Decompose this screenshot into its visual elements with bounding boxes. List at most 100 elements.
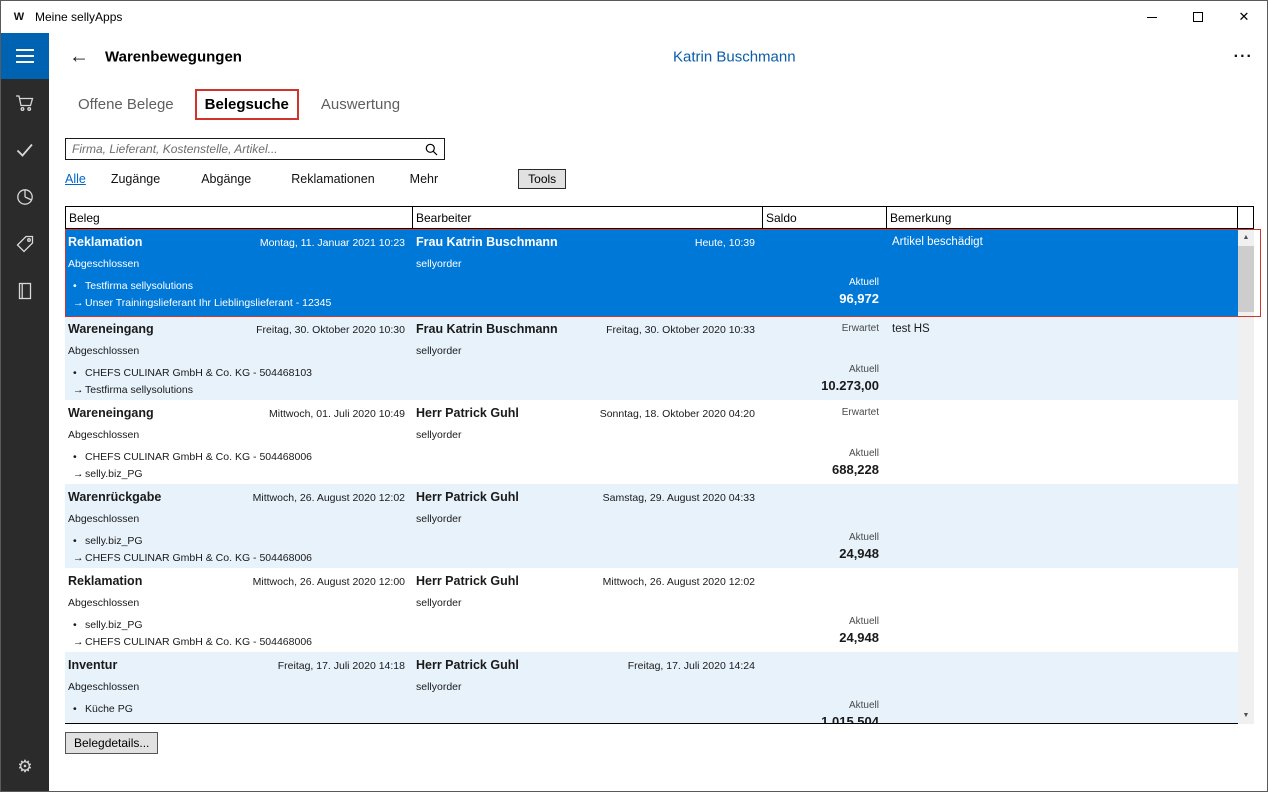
table-row[interactable]: Warenrückgabe Mittwoch, 26. August 2020 …	[65, 484, 1238, 568]
cart-icon	[15, 93, 35, 113]
hamburger-menu-button[interactable]	[1, 33, 49, 79]
tools-button[interactable]: Tools	[518, 169, 566, 189]
beleg-cell: Wareneingang Freitag, 30. Oktober 2020 1…	[65, 316, 413, 400]
beleg-type: Wareneingang	[68, 406, 154, 420]
beleg-source: selly.biz_PG	[85, 535, 143, 547]
beleg-type: Reklamation	[68, 574, 142, 588]
bullet-icon: •	[73, 280, 85, 292]
sidebar-item-reports[interactable]	[1, 173, 49, 220]
tab-offene-belege[interactable]: Offene Belege	[78, 91, 174, 118]
column-header-beleg[interactable]: Beleg	[66, 207, 413, 228]
bearbeiter-cell: Herr Patrick Guhl Freitag, 17. Juli 2020…	[413, 652, 763, 724]
saldo-aktuell-label: Aktuell	[849, 616, 879, 627]
sidebar-item-movements[interactable]	[1, 126, 49, 173]
bearbeiter-date: Freitag, 17. Juli 2020 14:24	[628, 660, 755, 672]
beleg-cell: Reklamation Montag, 11. Januar 2021 10:2…	[65, 229, 413, 316]
saldo-cell: Aktuell 24,948	[763, 568, 887, 652]
filter-bar: Alle Zugänge Abgänge Reklamationen Mehr …	[65, 169, 566, 189]
app-window: W Meine sellyApps ✕	[0, 0, 1268, 792]
bearbeiter-name: Herr Patrick Guhl	[416, 490, 519, 504]
bullet-icon: •	[73, 451, 85, 463]
tab-auswertung[interactable]: Auswertung	[321, 91, 400, 118]
bemerkung-cell	[887, 400, 1238, 484]
back-button[interactable]: ←	[69, 46, 89, 69]
bemerkung-cell: test HS	[887, 316, 1238, 400]
settings-button[interactable]: ⚙	[1, 743, 49, 791]
beleg-source: CHEFS CULINAR GmbH & Co. KG - 504468103	[85, 367, 312, 379]
tab-bar: Offene Belege Belegsuche Auswertung	[78, 89, 421, 120]
arrow-right-icon: →	[73, 384, 85, 396]
table-row[interactable]: Wareneingang Mittwoch, 01. Juli 2020 10:…	[65, 400, 1238, 484]
vertical-scrollbar[interactable]: ▲ ▼	[1238, 229, 1254, 724]
bearbeiter-name: Herr Patrick Guhl	[416, 658, 519, 672]
saldo-value: 24,948	[839, 546, 879, 561]
app-logo-icon: W	[11, 9, 27, 25]
sidebar: ⚙	[1, 33, 49, 791]
beleg-target: CHEFS CULINAR GmbH & Co. KG - 504468006	[85, 552, 312, 564]
beleg-target: selly.biz_PG	[85, 468, 143, 480]
filter-abgaenge[interactable]: Abgänge	[201, 172, 251, 186]
search-bar	[65, 138, 445, 160]
more-menu-button[interactable]: ...	[1234, 44, 1253, 62]
saldo-aktuell-label: Aktuell	[849, 532, 879, 543]
beleg-target: CHEFS CULINAR GmbH & Co. KG - 504468006	[85, 636, 312, 648]
bearbeiter-name: Frau Katrin Buschmann	[416, 322, 558, 336]
filter-alle[interactable]: Alle	[65, 172, 86, 186]
hamburger-icon	[16, 49, 34, 63]
saldo-cell: Aktuell 1.015,504	[763, 652, 887, 724]
beleg-status: Abgeschlossen	[68, 258, 139, 270]
user-name[interactable]: Katrin Buschmann	[673, 49, 796, 66]
bearbeiter-cell: Frau Katrin Buschmann Heute, 10:39 selly…	[413, 229, 763, 316]
minimize-button[interactable]	[1129, 1, 1175, 33]
arrow-right-icon: →	[73, 552, 85, 564]
sidebar-item-journal[interactable]	[1, 267, 49, 314]
search-icon[interactable]	[425, 143, 438, 156]
book-icon	[15, 281, 35, 301]
main-content: ← Warenbewegungen Katrin Buschmann ... O…	[49, 33, 1267, 791]
belegdetails-button[interactable]: Belegdetails...	[65, 732, 158, 754]
beleg-cell: Warenrückgabe Mittwoch, 26. August 2020 …	[65, 484, 413, 568]
beleg-date: Freitag, 30. Oktober 2020 10:30	[256, 324, 405, 336]
tab-belegsuche[interactable]: Belegsuche	[195, 89, 299, 120]
bearbeiter-date: Freitag, 30. Oktober 2020 10:33	[606, 324, 755, 336]
column-header-bearbeiter[interactable]: Bearbeiter	[413, 207, 763, 228]
filter-reklamationen[interactable]: Reklamationen	[291, 172, 374, 186]
table-row[interactable]: Wareneingang Freitag, 30. Oktober 2020 1…	[65, 316, 1238, 400]
close-button[interactable]: ✕	[1221, 1, 1267, 33]
beleg-type: Wareneingang	[68, 322, 154, 336]
bearbeiter-date: Heute, 10:39	[695, 237, 755, 249]
bearbeiter-date: Mittwoch, 26. August 2020 12:02	[603, 576, 755, 588]
titlebar: W Meine sellyApps ✕	[1, 1, 1267, 33]
beleg-status: Abgeschlossen	[68, 513, 139, 525]
beleg-date: Mittwoch, 01. Juli 2020 10:49	[269, 408, 405, 420]
scroll-up-icon[interactable]: ▲	[1238, 229, 1254, 246]
filter-zugaenge[interactable]: Zugänge	[111, 172, 160, 186]
bearbeiter-name: Herr Patrick Guhl	[416, 406, 519, 420]
bemerkung-cell	[887, 568, 1238, 652]
tag-icon	[15, 234, 35, 254]
page-header: ← Warenbewegungen Katrin Buschmann ...	[49, 33, 1267, 81]
beleg-type: Inventur	[68, 658, 117, 672]
bearbeiter-name: Herr Patrick Guhl	[416, 574, 519, 588]
beleg-cell: Inventur Freitag, 17. Juli 2020 14:18 Ab…	[65, 652, 413, 724]
beleg-date: Mittwoch, 26. August 2020 12:00	[253, 576, 405, 588]
table-row[interactable]: Reklamation Mittwoch, 26. August 2020 12…	[65, 568, 1238, 652]
scrollbar-thumb[interactable]	[1238, 246, 1254, 312]
bearbeiter-app: sellyorder	[416, 597, 462, 609]
beleg-source: selly.biz_PG	[85, 619, 143, 631]
bearbeiter-app: sellyorder	[416, 513, 462, 525]
sidebar-item-prices[interactable]	[1, 220, 49, 267]
maximize-button[interactable]	[1175, 1, 1221, 33]
search-input[interactable]	[72, 142, 421, 156]
minimize-icon	[1147, 17, 1157, 18]
sidebar-item-orders[interactable]	[1, 79, 49, 126]
filter-mehr[interactable]: Mehr	[410, 172, 438, 186]
table-row[interactable]: Reklamation Montag, 11. Januar 2021 10:2…	[65, 229, 1238, 316]
beleg-source: Testfirma sellysolutions	[85, 280, 193, 292]
scroll-down-icon[interactable]: ▼	[1238, 707, 1254, 724]
results-table: Beleg Bearbeiter Saldo Bemerkung Reklama…	[65, 206, 1254, 724]
table-row[interactable]: Inventur Freitag, 17. Juli 2020 14:18 Ab…	[65, 652, 1238, 724]
column-header-saldo[interactable]: Saldo	[763, 207, 887, 228]
bullet-icon: •	[73, 535, 85, 547]
column-header-bemerkung[interactable]: Bemerkung	[887, 207, 1238, 228]
